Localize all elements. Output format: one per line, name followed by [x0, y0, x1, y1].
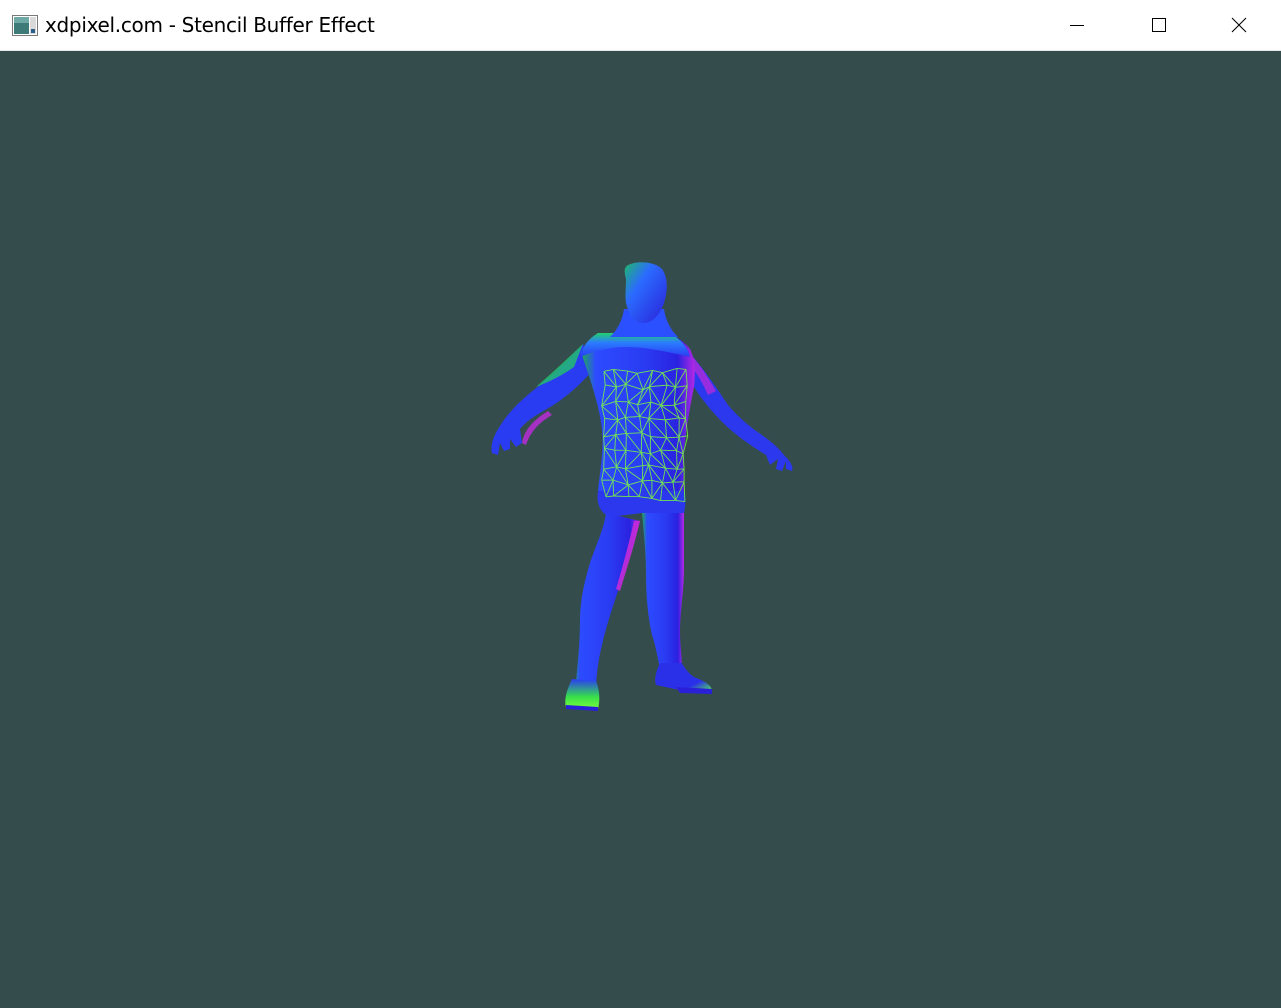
title-bar[interactable]: xdpixel.com - Stencil Buffer Effect: [0, 0, 1281, 51]
wireframe-edge: [612, 480, 615, 497]
wireframe-edge: [627, 484, 630, 497]
app-window: xdpixel.com - Stencil Buffer Effect: [0, 0, 1281, 1008]
minimize-icon: [1070, 25, 1084, 26]
maximize-icon: [1152, 18, 1166, 32]
close-icon: [1231, 17, 1247, 33]
minimize-button[interactable]: [1037, 0, 1117, 50]
scene-background: [0, 51, 1281, 1008]
wireframe-edge: [615, 400, 629, 403]
close-button[interactable]: [1199, 0, 1279, 50]
window-title: xdpixel.com - Stencil Buffer Effect: [45, 13, 375, 37]
app-window-icon: [12, 15, 38, 36]
maximize-button[interactable]: [1119, 0, 1199, 50]
wireframe-edge: [676, 450, 678, 470]
render-viewport[interactable]: [0, 51, 1281, 1008]
wireframe-edge: [642, 479, 652, 482]
scene-canvas: [0, 51, 1281, 1008]
wireframe-edge: [613, 495, 629, 497]
wireframe-edge: [624, 450, 627, 469]
figure-left-foot: [565, 679, 600, 709]
wireframe-edge: [626, 432, 642, 434]
